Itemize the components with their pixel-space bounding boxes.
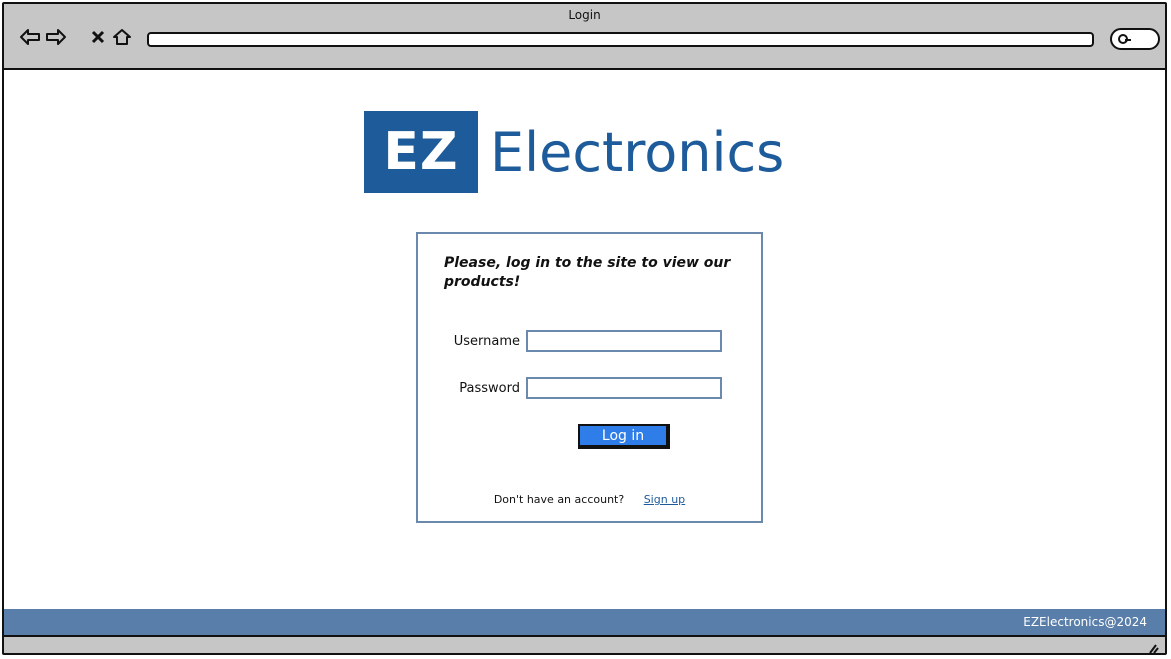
home-icon[interactable] xyxy=(110,24,134,50)
username-field[interactable] xyxy=(526,330,722,352)
username-label: Username xyxy=(453,334,520,349)
login-card: Please, log in to the site to view our p… xyxy=(416,232,763,523)
logo-badge: EZ xyxy=(364,111,478,193)
back-arrow-icon[interactable] xyxy=(18,24,42,50)
logo-name: Electronics xyxy=(490,120,785,184)
signup-link[interactable]: Sign up xyxy=(644,493,685,506)
footer-text: EZElectronics@2024 xyxy=(1023,615,1147,629)
resize-grip-icon[interactable] xyxy=(1147,639,1159,654)
forward-arrow-icon[interactable] xyxy=(44,24,68,50)
browser-window: Login EZ Electronics Please, log in to t… xyxy=(2,2,1167,655)
footer: EZElectronics@2024 xyxy=(4,609,1165,635)
login-prompt: Please, log in to the site to view our p… xyxy=(444,255,731,290)
url-bar[interactable] xyxy=(147,32,1094,47)
password-label: Password xyxy=(459,381,520,396)
no-account-text: Don't have an account? xyxy=(493,493,625,506)
login-button[interactable]: Log in xyxy=(578,424,670,449)
search-icon[interactable] xyxy=(1110,28,1160,50)
password-field[interactable] xyxy=(526,377,722,399)
title-bar: Login xyxy=(4,4,1165,70)
window-title: Login xyxy=(568,8,601,22)
status-bar xyxy=(4,635,1165,654)
brand-logo: EZ Electronics xyxy=(364,111,784,193)
close-icon[interactable] xyxy=(86,24,110,50)
signup-row: Don't have an account? Sign up xyxy=(418,493,761,506)
